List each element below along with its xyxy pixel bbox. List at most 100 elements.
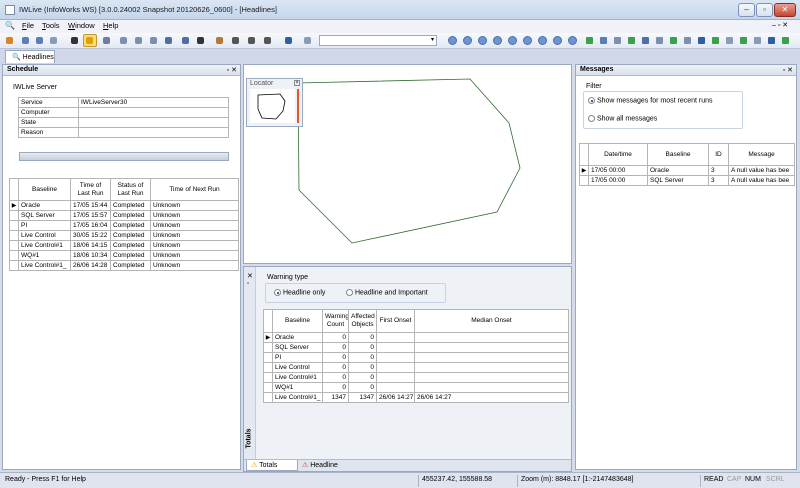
- print-icon[interactable]: [302, 35, 313, 46]
- map-tool-icon[interactable]: [738, 35, 749, 46]
- grid-icon[interactable]: [163, 35, 174, 46]
- row-header[interactable]: [9, 260, 19, 271]
- map-tool-icon[interactable]: [696, 35, 707, 46]
- current-row-indicator-icon[interactable]: ▶: [579, 165, 589, 176]
- map-tool-icon[interactable]: [654, 35, 665, 46]
- col-baseline[interactable]: Baseline: [18, 178, 71, 201]
- table-row[interactable]: Live Control#1_ 26/06 14:28 Completed Unkno…: [9, 260, 239, 271]
- refresh-icon[interactable]: [48, 35, 59, 46]
- playback-control-icon[interactable]: [492, 35, 503, 46]
- map-tool-icon[interactable]: [598, 35, 609, 46]
- radio-recent-runs[interactable]: Show messages for most recent runs: [588, 97, 713, 104]
- col-next-run[interactable]: Time of Next Run: [150, 178, 239, 201]
- table-row[interactable]: Live Control#1 0 0: [263, 372, 569, 383]
- link-icon[interactable]: [133, 35, 144, 46]
- col-baseline[interactable]: Baseline: [272, 309, 323, 333]
- col-message[interactable]: Message: [728, 143, 795, 166]
- col-affected-objects[interactable]: Affected Objects: [348, 309, 377, 333]
- playback-control-icon[interactable]: [537, 35, 548, 46]
- radio-headline-important[interactable]: Headline and Important: [346, 289, 428, 296]
- current-row-indicator-icon[interactable]: ▶: [263, 332, 273, 343]
- locator-map[interactable]: [250, 89, 295, 123]
- home-icon[interactable]: [4, 35, 15, 46]
- playback-control-icon[interactable]: [567, 35, 578, 46]
- map-tool-icon[interactable]: [626, 35, 637, 46]
- row-header[interactable]: [9, 250, 19, 261]
- hand-select-icon[interactable]: [83, 34, 97, 47]
- row-header[interactable]: [263, 372, 273, 383]
- col-datetime[interactable]: Date/time: [588, 143, 648, 166]
- table-row[interactable]: 17/05 00:00 SQL Server 3 A null value has b…: [579, 175, 795, 186]
- table-row[interactable]: WQ#1 0 0: [263, 382, 569, 393]
- toolbar-dropdown[interactable]: ▾: [319, 35, 437, 46]
- table-row[interactable]: WQ#1 18/06 10:34 Completed Unknown: [9, 250, 239, 261]
- row-header[interactable]: [9, 220, 19, 231]
- zoom-in-icon[interactable]: [230, 35, 241, 46]
- ruler-icon[interactable]: [101, 35, 112, 46]
- close-button[interactable]: ✕: [774, 3, 796, 17]
- globe-icon[interactable]: [283, 35, 294, 46]
- table-row[interactable]: Live Control#1_ 1347 1347 26/06 14:27 26/06 …: [263, 392, 569, 403]
- table-row[interactable]: PI 0 0: [263, 352, 569, 363]
- side-close-icon[interactable]: ✕: [247, 272, 253, 280]
- row-header[interactable]: [263, 362, 273, 373]
- tab-headline[interactable]: ⚠ Headline: [302, 461, 338, 469]
- pan-icon[interactable]: [214, 35, 225, 46]
- col-baseline[interactable]: Baseline: [647, 143, 709, 166]
- minimize-button[interactable]: –: [738, 3, 755, 17]
- playback-control-icon[interactable]: [447, 35, 458, 46]
- map-tool-icon[interactable]: [668, 35, 679, 46]
- panel-close-icon[interactable]: ▫ ✕: [227, 66, 237, 74]
- row-header[interactable]: [9, 230, 19, 241]
- map-view[interactable]: Locator ×: [243, 64, 572, 264]
- zoom-extent-icon[interactable]: [262, 35, 273, 46]
- playback-control-icon[interactable]: [477, 35, 488, 46]
- zoom-out-icon[interactable]: [246, 35, 257, 46]
- profile-icon[interactable]: [148, 35, 159, 46]
- node-icon[interactable]: [118, 35, 129, 46]
- menu-help[interactable]: Help: [103, 21, 118, 30]
- current-row-indicator-icon[interactable]: ▶: [9, 200, 19, 211]
- maximize-button[interactable]: ▫: [756, 3, 773, 17]
- playback-control-icon[interactable]: [507, 35, 518, 46]
- map-tool-icon[interactable]: [752, 35, 763, 46]
- table-row[interactable]: ▶ Oracle 17/05 15:44 Completed Unknown: [9, 200, 239, 211]
- col-median-onset[interactable]: Median Onset: [414, 309, 569, 333]
- row-header[interactable]: [9, 210, 19, 221]
- col-last-run[interactable]: Time of Last Run: [70, 178, 111, 201]
- table-row[interactable]: SQL Server 17/05 15:57 Completed Unknown: [9, 210, 239, 221]
- map-tool-icon[interactable]: [682, 35, 693, 46]
- table-row[interactable]: PI 17/05 16:04 Completed Unknown: [9, 220, 239, 231]
- table-row[interactable]: ▶ 17/05 00:00 Oracle 3 A null value has bee: [579, 165, 795, 176]
- playback-control-icon[interactable]: [462, 35, 473, 46]
- row-header[interactable]: [9, 240, 19, 251]
- tab-headlines[interactable]: 🔍 Headlines: [5, 50, 55, 63]
- playback-control-icon[interactable]: [522, 35, 533, 46]
- radio-headline-only[interactable]: Headline only: [274, 289, 325, 296]
- row-header[interactable]: [263, 352, 273, 363]
- col-status[interactable]: Status of Last Run: [110, 178, 151, 201]
- menu-window[interactable]: Window: [68, 21, 95, 30]
- row-header[interactable]: [263, 392, 273, 403]
- table-row[interactable]: Live Control 0 0: [263, 362, 569, 373]
- row-header[interactable]: [579, 175, 589, 186]
- map-tool-icon[interactable]: [766, 35, 777, 46]
- forward-icon[interactable]: [34, 35, 45, 46]
- locator-window[interactable]: Locator ×: [246, 78, 303, 127]
- map-tool-icon[interactable]: [724, 35, 735, 46]
- side-pin-icon[interactable]: ▫: [247, 281, 249, 287]
- col-id[interactable]: ID: [708, 143, 729, 166]
- map-tool-icon[interactable]: [584, 35, 595, 46]
- pointer-icon[interactable]: [69, 35, 80, 46]
- map-tool-icon[interactable]: [710, 35, 721, 46]
- table-row[interactable]: Live Control#1 18/06 14:15 Completed Unknow…: [9, 240, 239, 251]
- radio-all-messages[interactable]: Show all messages: [588, 115, 657, 122]
- mdi-restore-icon[interactable]: – ▫ ✕: [772, 21, 788, 29]
- menu-tools[interactable]: Tools: [42, 21, 60, 30]
- calculator-icon[interactable]: [180, 35, 191, 46]
- playback-control-icon[interactable]: [552, 35, 563, 46]
- table-row[interactable]: ▶ Oracle 0 0: [263, 332, 569, 343]
- row-header[interactable]: [263, 382, 273, 393]
- locator-close-icon[interactable]: ×: [294, 80, 300, 86]
- col-warning-count[interactable]: Warning Count: [322, 309, 349, 333]
